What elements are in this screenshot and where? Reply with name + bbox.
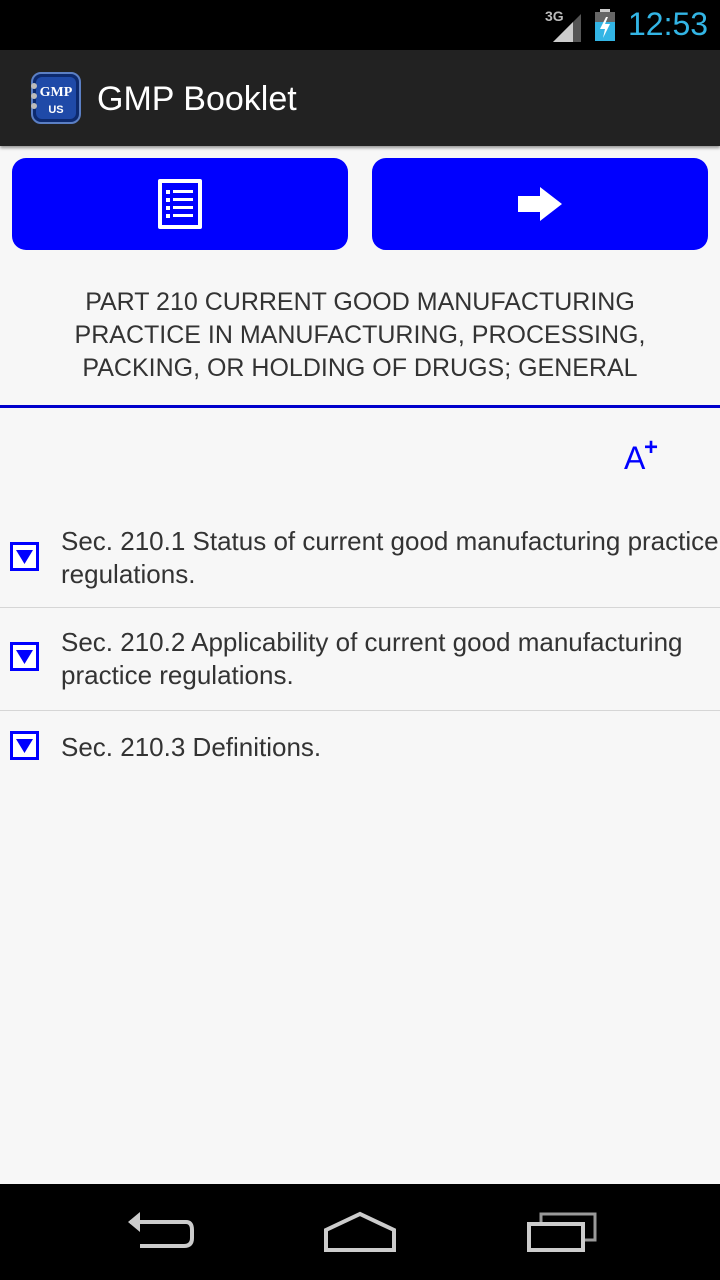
battery-charging-icon bbox=[595, 9, 615, 41]
list-item-sec-210-3[interactable]: Sec. 210.3 Definitions. bbox=[0, 711, 720, 781]
recent-apps-icon[interactable] bbox=[527, 1210, 599, 1252]
app-logo-icon[interactable]: GMP US bbox=[30, 72, 82, 124]
app-logo-text-top: GMP bbox=[40, 85, 73, 100]
navigation-bar bbox=[0, 1184, 720, 1280]
expand-triangle-icon[interactable] bbox=[10, 642, 39, 671]
back-icon[interactable] bbox=[126, 1210, 194, 1250]
app-logo-text-bottom: US bbox=[48, 104, 63, 116]
expand-triangle-icon[interactable] bbox=[10, 731, 39, 760]
section-label: Sec. 210.3 Definitions. bbox=[61, 732, 322, 762]
list-item-sec-210-1[interactable]: Sec. 210.1 Status of current good manufa… bbox=[0, 510, 720, 608]
list-item-sec-210-2[interactable]: Sec. 210.2 Applicability of current good… bbox=[0, 608, 720, 711]
section-label: Sec. 210.2 Applicability of current good… bbox=[61, 627, 683, 690]
title-divider bbox=[0, 405, 720, 408]
signal-icon bbox=[553, 14, 581, 42]
clock: 12:53 bbox=[628, 6, 709, 42]
home-icon[interactable] bbox=[324, 1210, 396, 1252]
app-title: GMP Booklet bbox=[97, 80, 297, 118]
expand-triangle-icon[interactable] bbox=[10, 542, 39, 571]
action-bar: GMP US GMP Booklet bbox=[0, 50, 720, 146]
status-bar: 3G 12:53 bbox=[0, 0, 720, 50]
list-icon bbox=[158, 179, 202, 229]
arrow-right-icon bbox=[518, 187, 562, 221]
part-title: PART 210 CURRENT GOOD MANUFACTURING PRAC… bbox=[74, 288, 646, 382]
contents-list-button[interactable] bbox=[12, 158, 348, 250]
font-size-plus: + bbox=[644, 434, 659, 461]
increase-font-size-button[interactable]: A + bbox=[622, 434, 662, 476]
font-size-letter: A bbox=[624, 440, 646, 476]
section-list: Sec. 210.1 Status of current good manufa… bbox=[0, 510, 720, 781]
section-label: Sec. 210.1 Status of current good manufa… bbox=[61, 526, 719, 589]
next-page-button[interactable] bbox=[372, 158, 708, 250]
